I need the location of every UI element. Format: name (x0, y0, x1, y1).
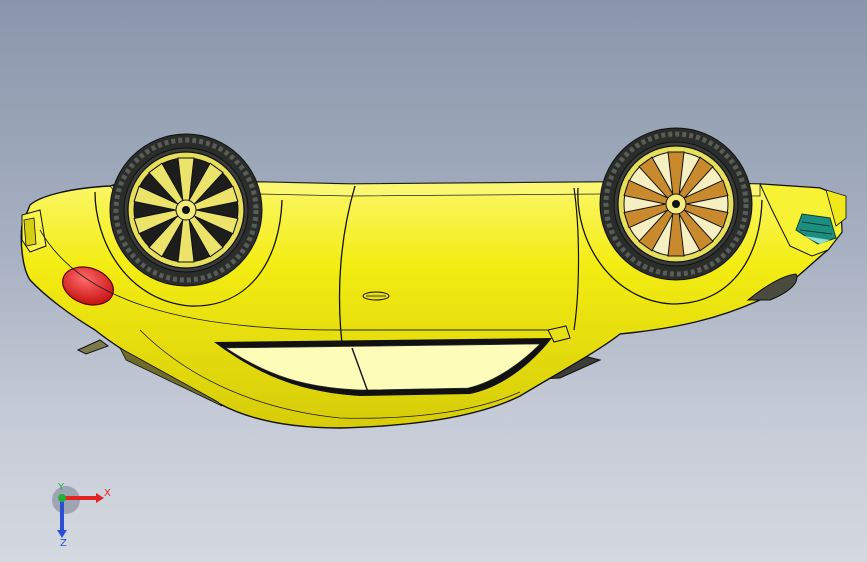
side-mirror (76, 339, 110, 355)
y-axis-label: Y (57, 482, 65, 493)
car-model[interactable] (0, 0, 867, 562)
x-axis-label: X (104, 488, 111, 499)
front-wheel[interactable] (109, 133, 263, 287)
graphics-viewport[interactable]: X Y Z (0, 0, 867, 562)
axis-triad: X Y Z (52, 482, 111, 548)
front-grille (23, 217, 37, 247)
z-axis-label: Z (60, 538, 67, 548)
rear-wheel[interactable] (599, 127, 753, 281)
y-axis-dot (58, 494, 66, 502)
